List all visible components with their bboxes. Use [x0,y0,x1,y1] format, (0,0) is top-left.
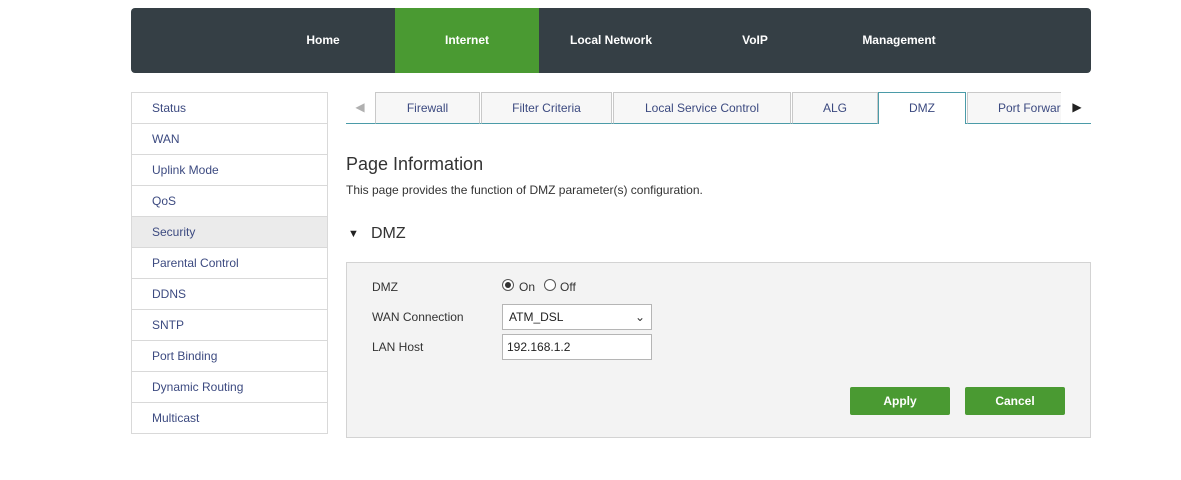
wan-connection-label: WAN Connection [372,310,464,324]
page-title: Page Information [346,154,484,174]
apply-button[interactable]: Apply [850,387,950,415]
sidebar-item-security[interactable]: Security [132,217,327,248]
dmz-form-panel: DMZ On Off WAN Connection ATM_DSL ⌄ LAN … [346,262,1091,438]
page-description: This page provides the function of DMZ p… [346,183,703,197]
sidebar-item-wan[interactable]: WAN [132,124,327,155]
tab-filter-criteria[interactable]: Filter Criteria [481,92,612,124]
nav-voip[interactable]: VoIP [705,8,805,73]
nav-management[interactable]: Management [844,8,954,73]
chevron-down-icon: ⌄ [634,310,645,324]
dmz-off-label: Off [560,280,576,294]
dmz-label: DMZ [372,280,398,294]
sidebar-item-sntp[interactable]: SNTP [132,310,327,341]
nav-internet[interactable]: Internet [395,8,539,73]
sidebar: Status WAN Uplink Mode QoS Security Pare… [131,92,328,434]
dmz-on-radio[interactable] [502,279,514,291]
lan-host-input[interactable] [502,334,652,360]
wan-connection-select[interactable]: ATM_DSL ⌄ [502,304,652,330]
collapse-triangle-icon[interactable]: ▼ [348,228,359,240]
sidebar-item-status[interactable]: Status [132,93,327,124]
tabs-strip: Firewall Filter Criteria Local Service C… [375,92,1061,124]
left-triangle-icon[interactable]: ◀ [346,92,374,123]
tab-dmz[interactable]: DMZ [878,92,966,124]
nav-local-network[interactable]: Local Network [552,8,670,73]
sidebar-item-multicast[interactable]: Multicast [132,403,327,434]
tab-port-forwarding[interactable]: Port Forwarding [967,92,1061,124]
tab-firewall[interactable]: Firewall [375,92,480,124]
sidebar-item-uplink-mode[interactable]: Uplink Mode [132,155,327,186]
tab-alg[interactable]: ALG [792,92,878,124]
right-triangle-icon[interactable]: ▶ [1063,92,1091,123]
sidebar-item-port-binding[interactable]: Port Binding [132,341,327,372]
tab-local-service-control[interactable]: Local Service Control [613,92,791,124]
section-header[interactable]: ▼ DMZ [346,224,1091,248]
cancel-button[interactable]: Cancel [965,387,1065,415]
sidebar-item-ddns[interactable]: DDNS [132,279,327,310]
tab-bar: ◀ Firewall Filter Criteria Local Service… [346,92,1091,124]
nav-home[interactable]: Home [273,8,373,73]
dmz-off-radio[interactable] [544,279,556,291]
dmz-on-label: On [519,280,536,294]
lan-host-label: LAN Host [372,340,424,354]
sidebar-item-qos[interactable]: QoS [132,186,327,217]
top-nav: Home Internet Local Network VoIP Managem… [131,8,1091,73]
section-title: DMZ [371,225,406,242]
sidebar-item-parental-control[interactable]: Parental Control [132,248,327,279]
sidebar-item-dynamic-routing[interactable]: Dynamic Routing [132,372,327,403]
wan-connection-value: ATM_DSL [509,310,564,324]
